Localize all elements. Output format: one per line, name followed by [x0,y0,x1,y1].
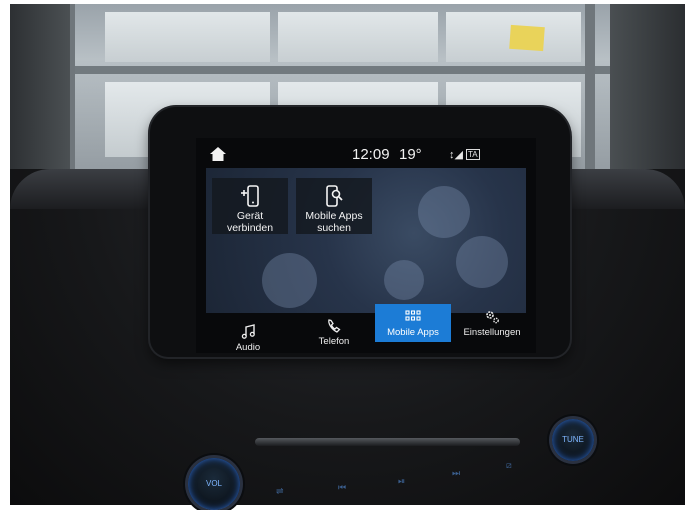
tile-connect-device[interactable]: Gerät verbinden [212,178,288,234]
tune-knob[interactable]: TUNE [552,419,594,461]
wall [610,4,685,194]
outside-temperature: 19° [399,146,422,163]
background-bokeh [418,186,470,238]
bottom-navigation: Audio Telefon Mobile Apps Einstellungen [196,304,536,353]
main-content: Gerät verbinden Mobile Apps suchen [206,168,526,313]
garage-window [105,12,270,62]
play-pause-button-icon[interactable]: ⏯ [398,476,405,487]
yellow-sign [509,24,545,52]
nav-label: Einstellungen [463,327,521,338]
status-bar: 12:09 19° ↕◢ TA [196,138,536,166]
tune-label: TUNE [562,435,584,444]
clock: 12:09 [352,146,390,163]
screen-off-button-icon[interactable]: ⧄ [506,460,512,471]
tile-label-line2: suchen [317,222,351,234]
nav-label: Mobile Apps [387,327,439,338]
door-frame [585,4,595,189]
traffic-announcement-badge: TA [466,149,480,160]
phone-connect-icon [241,185,259,207]
previous-track-button-icon[interactable]: ⏮ [338,482,346,493]
next-track-button-icon[interactable]: ⏭ [452,468,460,479]
cd-slot [255,438,520,446]
equalizer-button-icon[interactable]: ⇌ [276,486,284,497]
navigation-arrow-icon: ↕◢ [449,149,463,161]
phone-search-icon [326,185,343,207]
nav-mobile-apps[interactable]: Mobile Apps [375,304,451,342]
phone-handset-icon [328,319,341,333]
garage-window [278,12,438,62]
wall [10,4,70,194]
background-bokeh [384,260,424,300]
tile-label-line1: Mobile Apps [305,210,363,222]
tile-search-mobile-apps[interactable]: Mobile Apps suchen [296,178,372,234]
nav-audio[interactable]: Audio [210,322,286,358]
door-frame [65,66,620,74]
nav-einstellungen[interactable]: Einstellungen [454,304,530,340]
home-icon[interactable] [210,147,226,161]
infotainment-screen: 12:09 19° ↕◢ TA Gerät verbinden Mobile A… [196,138,536,353]
app-grid-icon [405,310,421,321]
music-note-icon [241,324,255,339]
nav-telefon[interactable]: Telefon [296,316,372,352]
tile-label-line1: Gerät [236,210,264,222]
tile-label-line2: verbinden [226,222,274,234]
nav-label: Telefon [318,336,350,347]
nav-label: Audio [235,342,261,353]
volume-knob[interactable]: VOL [188,458,240,510]
background-bokeh [456,236,508,288]
volume-label: VOL [205,479,222,488]
gears-icon [486,311,499,324]
background-bokeh [262,253,317,308]
